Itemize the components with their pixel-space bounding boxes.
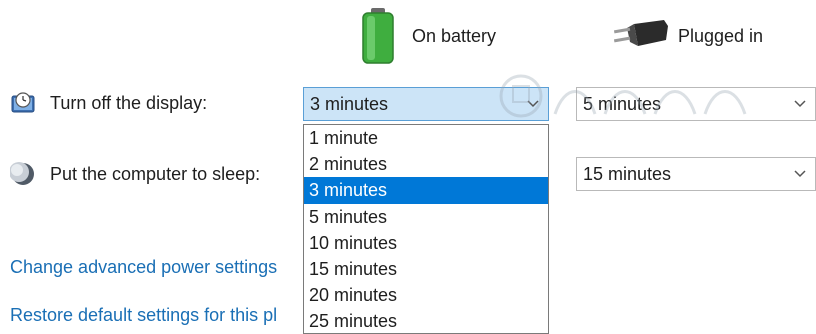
dropdown-option[interactable]: 20 minutes [304,282,548,308]
chevron-down-icon [794,100,806,108]
minutes-dropdown-list[interactable]: 1 minute 2 minutes 3 minutes 5 minutes 1… [303,124,549,334]
turn-off-display-label: Turn off the display: [50,92,208,113]
advanced-power-settings-link[interactable]: Change advanced power settings [10,257,277,278]
plugged-in-label: Plugged in [678,25,764,46]
on-battery-header: On battery [358,6,496,66]
power-plug-icon [612,16,672,56]
dropdown-option[interactable]: 2 minutes [304,151,548,177]
monitor-clock-icon [10,90,36,116]
dropdown-option[interactable]: 25 minutes [304,308,548,333]
plugged-in-header: Plugged in [612,16,763,56]
restore-default-settings-link[interactable]: Restore default settings for this pl [10,305,277,326]
dropdown-option[interactable]: 1 minute [304,125,548,151]
on-battery-label: On battery [412,25,497,46]
sleep-plugged-select[interactable]: 15 minutes [576,157,816,191]
turn-off-display-row: Turn off the display: [10,90,207,116]
battery-icon [358,6,398,66]
dropdown-option[interactable]: 10 minutes [304,230,548,256]
sleep-row: Put the computer to sleep: [9,161,261,187]
chevron-down-icon [794,170,806,178]
sleep-plugged-value: 15 minutes [583,163,672,184]
dropdown-option-selected[interactable]: 3 minutes [304,177,548,204]
moon-icon [9,161,36,187]
sleep-label: Put the computer to sleep: [50,163,261,184]
dropdown-option[interactable]: 5 minutes [304,204,548,230]
display-battery-value: 3 minutes [310,93,389,114]
dropdown-option[interactable]: 15 minutes [304,256,548,282]
